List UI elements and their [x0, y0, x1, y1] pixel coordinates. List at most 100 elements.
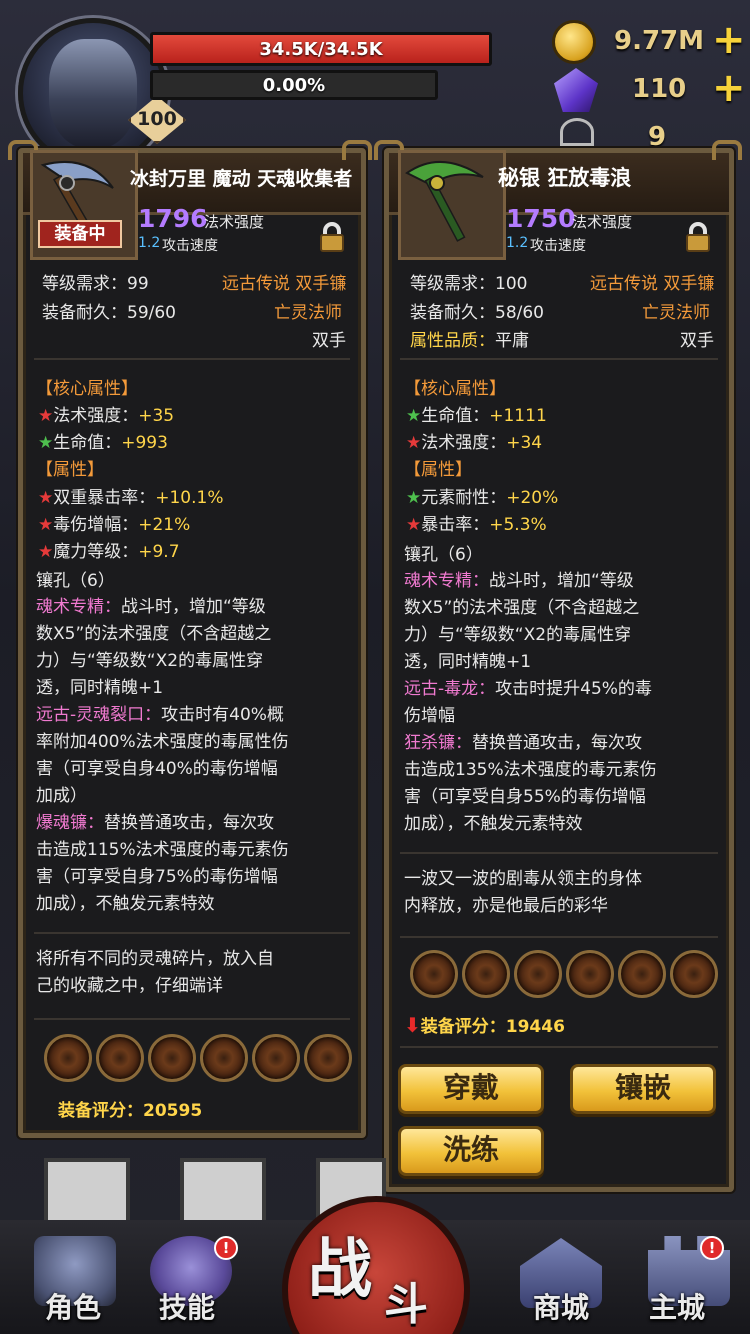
skill-line: 害（可享受自身40%的毒伤增幅 — [36, 759, 278, 779]
nav-city-label[interactable]: 主城 — [622, 1286, 732, 1326]
nav-role-label[interactable]: 角色 — [18, 1286, 128, 1326]
equipped-speed-label: 攻击速度 — [162, 238, 218, 254]
req-label: 等级需求： — [42, 274, 127, 294]
skill-name: 魂术专精： — [36, 597, 121, 617]
skill-text: 战斗时，增加“等级 — [121, 597, 266, 617]
socket-slot[interactable] — [670, 950, 718, 998]
inventory-slot[interactable] — [44, 1158, 130, 1228]
player-avatar[interactable] — [18, 18, 168, 168]
attr-label: 生命值： — [53, 433, 122, 453]
socket-slot[interactable] — [304, 1034, 352, 1082]
corner-ornament-icon — [712, 140, 742, 160]
flavor-line: 己的收藏之中，仔细端详 — [36, 976, 223, 996]
divider — [34, 1018, 350, 1020]
attr-value: +21% — [138, 515, 191, 535]
skill-text: 替换普通攻击，每次攻 — [472, 733, 642, 753]
star-icon: ★ — [406, 406, 422, 426]
compare-speed-value: 1.2 — [506, 235, 529, 251]
attr-value: +993 — [121, 433, 168, 453]
sockets-label: 镶孔（6） — [404, 545, 483, 565]
skill-line: 力）与“等级数“X2的毒属性穿 — [36, 651, 264, 671]
skill-line: 击造成135%法术强度的毒元素伤 — [404, 760, 657, 780]
req-value: 99 — [127, 274, 149, 294]
star-icon: ★ — [38, 488, 54, 508]
req-value: 100 — [495, 274, 528, 294]
lock-button[interactable] — [684, 220, 712, 254]
city-alert-icon: ! — [700, 1236, 724, 1260]
socket-slot[interactable] — [96, 1034, 144, 1082]
hp-bar: 34.5K/34.5K — [150, 32, 492, 66]
gold-resource: 9.77M + — [552, 20, 746, 64]
nav-shop-label[interactable]: 商城 — [506, 1286, 616, 1326]
lock-button[interactable] — [318, 220, 346, 254]
lock-body — [686, 234, 710, 252]
attr-label: 法术强度： — [53, 406, 139, 426]
attr-value: +35 — [138, 406, 175, 426]
key-icon — [560, 118, 594, 146]
inventory-slot[interactable] — [180, 1158, 266, 1228]
socket-slot[interactable] — [148, 1034, 196, 1082]
gold-value: 9.77M — [614, 26, 705, 56]
attr-header: 【属性】 — [404, 460, 472, 480]
flavor-text: 一波又一波的剧毒从领主的身体 内释放，亦是他最后的彩华 — [404, 866, 722, 920]
skill-line: 狂杀镰：替换普通攻击，每次攻 — [404, 730, 724, 757]
level-text: 100 — [137, 108, 177, 130]
star-icon: ★ — [406, 433, 422, 453]
core-attr-row: ★生命值：+993 — [38, 428, 168, 453]
durability-value: 58/60 — [495, 303, 544, 323]
lock-body — [320, 234, 344, 252]
nav-skill-label[interactable]: 技能 — [132, 1286, 242, 1326]
socket-slot[interactable] — [410, 950, 458, 998]
socket-slot[interactable] — [200, 1034, 248, 1082]
skill-line: 透，同时精魄+1 — [36, 678, 164, 698]
game-screen: 1.2 100 34.5K/34.5K 0.00% 9.77M + 110 + … — [0, 0, 750, 1334]
attr-label: 法术强度： — [421, 433, 507, 453]
corner-ornament-icon — [342, 140, 372, 160]
core-attr-header: 【核心属性】 — [36, 379, 138, 399]
add-gem-button[interactable]: + — [712, 68, 746, 108]
quality-label: 属性品质： — [410, 331, 495, 351]
socket-slot[interactable] — [44, 1034, 92, 1082]
wear-button[interactable]: 穿戴 — [398, 1064, 544, 1114]
star-icon: ★ — [406, 515, 422, 535]
socket-slot[interactable] — [252, 1034, 300, 1082]
hp-text: 34.5K/34.5K — [259, 39, 383, 60]
flavor-text: 将所有不同的灵魂碎片，放入自 己的收藏之中，仔细端详 — [36, 946, 352, 1000]
attr-value: +9.7 — [138, 542, 180, 562]
xp-bar: 0.00% — [150, 70, 438, 100]
fight-label-2: 斗 — [384, 1279, 428, 1330]
star-icon: ★ — [38, 515, 54, 535]
skill-name: 爆魂镰： — [36, 813, 104, 833]
attr-row: ★元素耐性：+20% — [406, 483, 558, 508]
reforge-button[interactable]: 洗练 — [398, 1126, 544, 1176]
socket-slot[interactable] — [618, 950, 666, 998]
quality-row: 属性品质：平庸 — [410, 326, 529, 351]
avatar-portrait-icon — [49, 39, 137, 149]
star-icon: ★ — [38, 406, 54, 426]
socket-slot[interactable] — [566, 950, 614, 998]
socket-slot[interactable] — [462, 950, 510, 998]
compare-item-thumbnail[interactable] — [398, 150, 506, 260]
skill-name: 狂杀镰： — [404, 733, 472, 753]
sockets-label: 镶孔（6） — [36, 571, 115, 591]
score-value: 20595 — [143, 1101, 203, 1121]
skill-line: 爆魂镰：替换普通攻击，每次攻 — [36, 810, 356, 837]
add-gold-button[interactable]: + — [712, 20, 746, 60]
item-class: 亡灵法师 — [642, 303, 710, 323]
attr-label: 双重暴击率： — [53, 488, 156, 508]
inlay-button[interactable]: 镶嵌 — [570, 1064, 716, 1114]
divider — [400, 358, 718, 360]
durability-row: 装备耐久：59/60 — [42, 298, 176, 323]
attr-label: 元素耐性： — [421, 488, 507, 508]
compare-speed-label: 攻击速度 — [530, 238, 586, 254]
score-label: 装备评分： — [420, 1017, 506, 1037]
durability-value: 59/60 — [127, 303, 176, 323]
socket-slot[interactable] — [514, 950, 562, 998]
skill-name: 远古-灵魂裂口： — [36, 705, 162, 725]
skill-text: 攻击时提升45%的毒 — [495, 679, 652, 699]
divider — [34, 358, 350, 360]
attr-label: 魔力等级： — [53, 542, 139, 562]
skill-text: 攻击时有40%概 — [161, 705, 284, 725]
divider — [400, 1046, 718, 1048]
skill-line: 击造成115%法术强度的毒元素伤 — [36, 840, 289, 860]
